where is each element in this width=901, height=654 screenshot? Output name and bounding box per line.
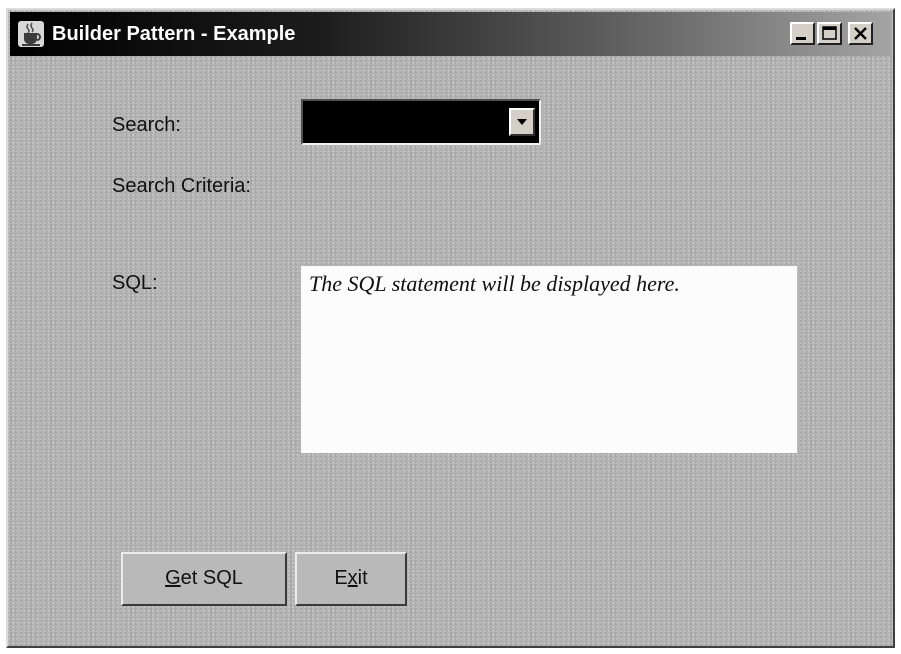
get-sql-mnemonic: G: [165, 567, 181, 589]
search-combobox[interactable]: [301, 99, 541, 145]
search-criteria-label: Search Criteria:: [112, 175, 251, 197]
app-window: Builder Pattern - Example Search: Search…: [6, 8, 895, 648]
sql-label: SQL:: [112, 272, 158, 294]
java-cup-icon: [17, 20, 45, 48]
maximize-button[interactable]: [817, 22, 842, 45]
exit-mnemonic: x: [347, 567, 358, 589]
get-sql-button[interactable]: Get SQL: [121, 552, 287, 606]
sql-text-area[interactable]: The SQL statement will be displayed here…: [301, 266, 797, 453]
exit-label-prefix: E: [334, 567, 348, 589]
search-label: Search:: [112, 114, 181, 136]
exit-label-suffix: it: [357, 567, 368, 589]
window-title: Builder Pattern - Example: [52, 23, 296, 45]
search-dropdown-button[interactable]: [509, 108, 535, 136]
exit-button[interactable]: Exit: [295, 552, 407, 606]
minimize-button[interactable]: [790, 22, 815, 45]
close-button[interactable]: [848, 22, 873, 45]
get-sql-label-suffix: et SQL: [180, 567, 243, 589]
title-bar[interactable]: Builder Pattern - Example: [10, 12, 891, 56]
